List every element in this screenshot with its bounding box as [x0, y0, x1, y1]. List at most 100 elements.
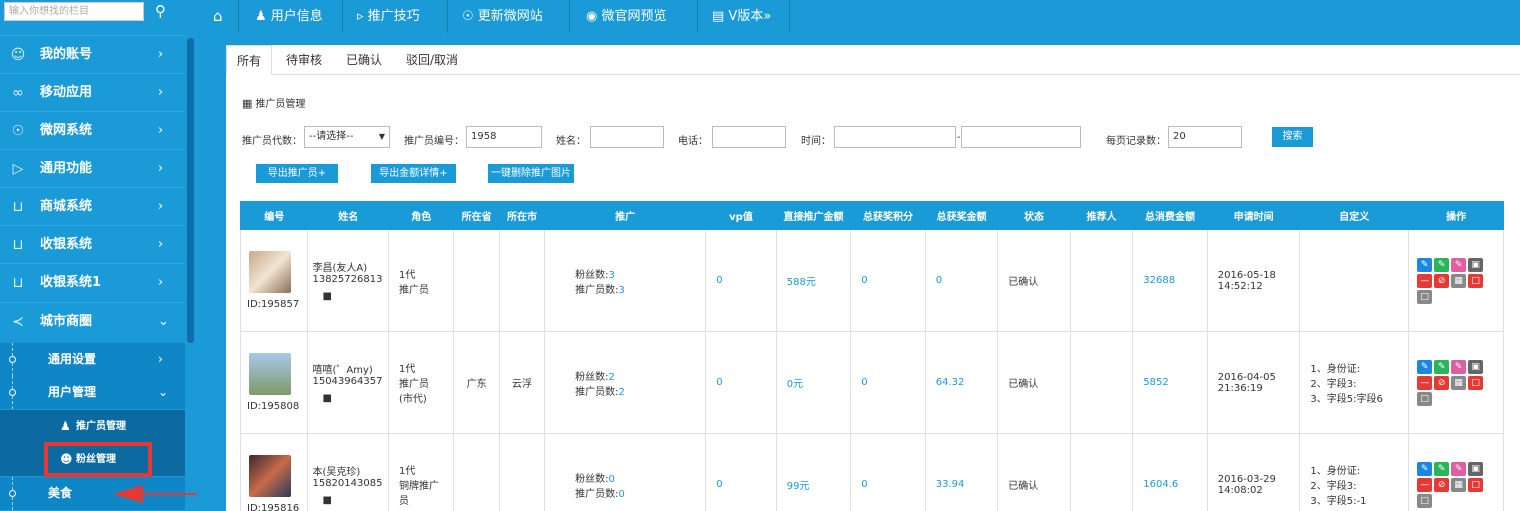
edit-pink-icon[interactable]: ✎: [1451, 461, 1467, 476]
qrcode-icon[interactable]: ▦: [1451, 477, 1467, 492]
trash-icon[interactable]: □: [1468, 477, 1484, 492]
nav-preview[interactable]: ◉ 微官网预览: [586, 0, 667, 33]
tab-pending[interactable]: 待审核: [276, 45, 332, 75]
cart-icon: ⊔: [12, 275, 24, 291]
ban-icon[interactable]: ⊘: [1434, 375, 1450, 390]
chevron-right-icon: ›: [158, 237, 164, 252]
search-icon[interactable]: ⚲: [155, 2, 166, 20]
chevron-right-icon: ›: [158, 275, 164, 290]
nav-version[interactable]: ▤ V版本»: [712, 0, 771, 33]
edit-alt-icon[interactable]: ✎: [1434, 461, 1450, 476]
edit-pink-icon[interactable]: ✎: [1451, 257, 1467, 272]
tab-rejected[interactable]: 驳回/取消: [396, 45, 468, 75]
tab-bar: 所有 待审核 已确认 驳回/取消: [226, 45, 1520, 75]
delete-images-button[interactable]: 一键删除推广图片: [488, 164, 574, 183]
table-row: ID:195857 李昌(友人A) 13825726813 ■ 1代 推广员 粉丝数:…: [240, 229, 1504, 332]
minus-icon[interactable]: —: [1417, 375, 1433, 390]
avatar: [249, 251, 291, 293]
doc-icon: ▤: [712, 9, 729, 24]
table-row: ID:195808 嘻嘻(゜Amy) 15043964357 ■ 1代 推广员 (市代)…: [240, 331, 1504, 434]
chevron-down-icon: ⌄: [158, 314, 169, 329]
qrcode-icon[interactable]: ▦: [1451, 273, 1467, 288]
sidebar-item-cashier1[interactable]: ⊔ 收银系统1 ›: [0, 263, 185, 301]
nav-update-microsite[interactable]: ☉ 更新微网站: [462, 0, 543, 33]
edit-pink-icon[interactable]: ✎: [1451, 359, 1467, 374]
sidebar: 输入你想找的栏目 ⚲ ☺ 我的账号 › ∞ 移动应用 › ☉ 微网系统 › ▷ …: [0, 0, 197, 511]
ban-icon[interactable]: ⊘: [1434, 477, 1450, 492]
time-end-input[interactable]: [961, 126, 1081, 148]
minus-icon[interactable]: —: [1417, 477, 1433, 492]
edit-icon[interactable]: ✎: [1417, 257, 1433, 272]
tab-all[interactable]: 所有: [226, 45, 273, 75]
promoter-no-input[interactable]: 1958: [466, 126, 542, 148]
sidebar-item-account[interactable]: ☺ 我的账号 ›: [0, 35, 185, 73]
chevron-right-icon: ›: [158, 199, 164, 214]
chevron-right-icon: ›: [158, 47, 164, 62]
highlight-box: [44, 442, 152, 477]
edit-icon[interactable]: ✎: [1417, 461, 1433, 476]
sidebar-sub-user-management[interactable]: 用户管理 ⌄: [0, 376, 185, 409]
play-circle-icon: ▷: [12, 161, 24, 177]
cart-icon: ⊔: [12, 199, 24, 215]
chevron-right-icon: ›: [158, 123, 164, 138]
chevron-down-icon: ⌄: [158, 385, 169, 399]
chevron-right-icon: ›: [158, 85, 164, 100]
avatar: [249, 455, 291, 497]
trash-grey-icon[interactable]: □: [1417, 289, 1433, 304]
search-input[interactable]: 输入你想找的栏目: [4, 2, 144, 21]
sidebar-sub-promoter-management[interactable]: ♟ 推广员管理: [0, 410, 185, 443]
sidebar-item-cashier[interactable]: ⊔ 收银系统 ›: [0, 225, 185, 263]
edit-alt-icon[interactable]: ✎: [1434, 359, 1450, 374]
sidebar-item-mobile-apps[interactable]: ∞ 移动应用 ›: [0, 73, 185, 111]
sidebar-item-common[interactable]: ▷ 通用功能 ›: [0, 149, 185, 187]
trash-grey-icon[interactable]: □: [1417, 391, 1433, 406]
tree-node-icon: [9, 356, 16, 363]
lock-icon[interactable]: ▣: [1468, 257, 1484, 272]
phone-input[interactable]: [712, 126, 786, 148]
lock-icon[interactable]: ▣: [1468, 461, 1484, 476]
export-promoters-button[interactable]: 导出推广员+: [256, 164, 338, 183]
qrcode-icon[interactable]: ▦: [1451, 375, 1467, 390]
chat-icon[interactable]: ■: [322, 495, 331, 506]
custom-field-line: 3、字段5:字段6: [1310, 394, 1383, 405]
lock-icon[interactable]: ▣: [1468, 359, 1484, 374]
avatar: [249, 353, 291, 395]
page-title: ▦ 推广员管理: [242, 97, 306, 110]
nav-user-info[interactable]: ♟ 用户信息: [255, 0, 323, 33]
cart-icon: ⊔: [12, 237, 24, 253]
export-amount-button[interactable]: 导出金额详情+: [371, 164, 456, 183]
trash-grey-icon[interactable]: □: [1417, 493, 1433, 508]
time-start-input[interactable]: [834, 126, 956, 148]
eye-icon: ◉: [586, 9, 602, 24]
top-nav: ⌂ ♟ 用户信息 ▹ 推广技巧 ☉ 更新微网站 ◉ 微官网预览 ▤ V版本»: [197, 0, 1520, 33]
tree-node-icon: [9, 389, 16, 396]
nav-promo-tips[interactable]: ▹ 推广技巧: [357, 0, 420, 33]
sidebar-item-city[interactable]: ≺ 城市商圈 ⌄: [0, 302, 185, 340]
chat-icon[interactable]: ■: [322, 393, 331, 404]
custom-field-line: 2、字段3:: [1310, 481, 1357, 492]
ban-icon[interactable]: ⊘: [1434, 273, 1450, 288]
trash-icon[interactable]: □: [1468, 375, 1484, 390]
custom-field-line: 2、字段3:: [1310, 379, 1357, 390]
per-page-input[interactable]: 20: [1168, 126, 1242, 148]
sidebar-sub-general-settings[interactable]: 通用设置 ›: [0, 343, 185, 376]
grid-icon: ▦: [242, 97, 253, 110]
sidebar-search: 输入你想找的栏目 ⚲: [0, 0, 185, 23]
tab-confirmed[interactable]: 已确认: [336, 45, 392, 75]
home-icon[interactable]: ⌂: [213, 0, 223, 33]
custom-field-line: 1、身份证:: [1310, 466, 1361, 477]
trash-icon[interactable]: □: [1468, 273, 1484, 288]
search-button[interactable]: 搜索: [1272, 127, 1313, 147]
edit-icon[interactable]: ✎: [1417, 359, 1433, 374]
name-input[interactable]: [590, 126, 664, 148]
sidebar-item-mall[interactable]: ⊔ 商城系统 ›: [0, 187, 185, 225]
chat-icon[interactable]: ■: [322, 291, 331, 302]
sidebar-scrollbar[interactable]: [187, 38, 194, 343]
chevron-right-icon: ›: [158, 161, 164, 176]
level-select[interactable]: --请选择-- ▼: [304, 126, 390, 148]
globe-icon: ☉: [462, 9, 478, 24]
sidebar-item-microsite[interactable]: ☉ 微网系统 ›: [0, 111, 185, 149]
minus-icon[interactable]: —: [1417, 273, 1433, 288]
edit-alt-icon[interactable]: ✎: [1434, 257, 1450, 272]
user-icon: ♟: [60, 419, 71, 433]
